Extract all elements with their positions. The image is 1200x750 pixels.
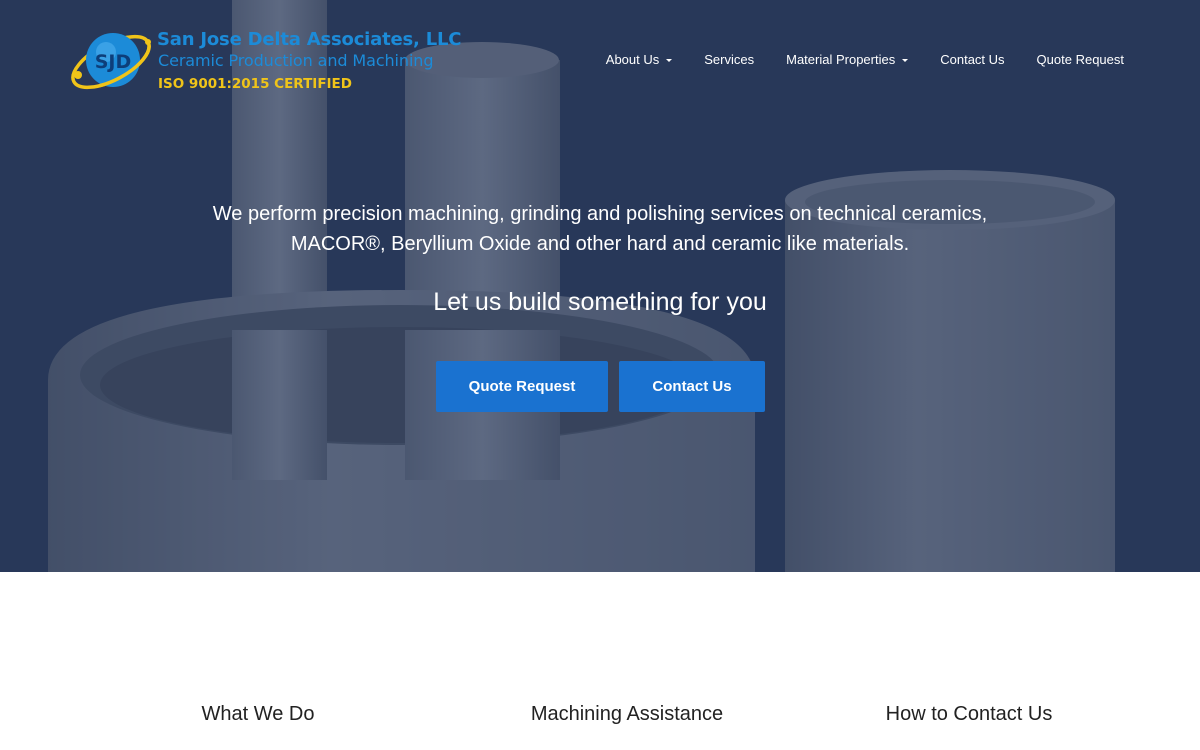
- logo-tagline: Ceramic Production and Machining: [158, 51, 434, 70]
- feature-heading-machining-assistance: Machining Assistance: [530, 703, 724, 725]
- hero-description: We perform precision machining, grinding…: [212, 203, 988, 255]
- main-navigation: About Us Services Material Properties Co…: [590, 52, 1124, 67]
- nav-label: About Us: [605, 52, 660, 67]
- nav-label: Material Properties: [786, 52, 896, 67]
- nav-item-contact-us[interactable]: Contact Us: [924, 52, 1020, 67]
- contact-us-button[interactable]: Contact Us: [619, 361, 765, 412]
- nav-item-about-us[interactable]: About Us: [590, 52, 688, 67]
- chevron-down-icon: [902, 58, 909, 62]
- nav-label: Contact Us: [940, 52, 1005, 67]
- company-logo[interactable]: SJD San Jose Delta Associates, LLC Ceram…: [66, 20, 466, 106]
- nav-item-quote-request[interactable]: Quote Request: [1021, 52, 1124, 67]
- logo-certification: ISO 9001:2015 CERTIFIED: [158, 76, 352, 92]
- chevron-down-icon: [666, 58, 673, 62]
- feature-heading-how-to-contact: How to Contact Us: [885, 703, 1053, 725]
- svg-text:SJD: SJD: [95, 51, 132, 73]
- nav-label: Services: [704, 52, 755, 67]
- nav-item-material-properties[interactable]: Material Properties: [770, 52, 924, 67]
- quote-request-button[interactable]: Quote Request: [436, 361, 608, 412]
- hero-subheading: Let us build something for you: [433, 288, 767, 316]
- logo-globe-icon: SJD: [71, 33, 151, 90]
- nav-item-services[interactable]: Services: [688, 52, 770, 67]
- logo-company-name: San Jose Delta Associates, LLC: [157, 29, 462, 50]
- feature-heading-what-we-do: What We Do: [201, 703, 315, 725]
- hero-section: SJD San Jose Delta Associates, LLC Ceram…: [0, 0, 1200, 572]
- nav-label: Quote Request: [1036, 52, 1124, 67]
